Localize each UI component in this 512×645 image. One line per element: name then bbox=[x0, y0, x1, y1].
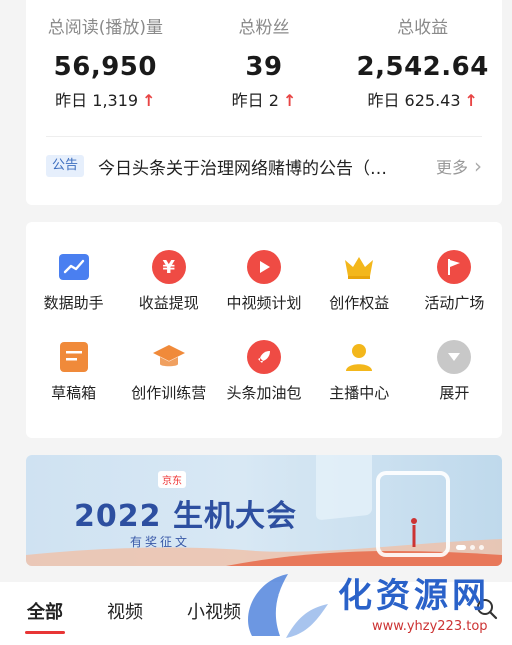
tool-label: 数据助手 bbox=[43, 294, 104, 312]
stat-total-fans[interactable]: 总粉丝 39 昨日 2 ↑ bbox=[185, 0, 344, 112]
stat-change: 昨日 625.43 ↑ bbox=[343, 90, 502, 112]
stat-total-income[interactable]: 总收益 2,542.64 昨日 625.43 ↑ bbox=[343, 0, 502, 112]
tool-data-assistant[interactable]: 数据助手 bbox=[26, 222, 121, 318]
tool-label: 中视频计划 bbox=[226, 294, 302, 312]
tool-mid-video-plan[interactable]: 中视频计划 bbox=[216, 222, 311, 318]
carousel-dots bbox=[456, 545, 484, 550]
stat-label: 总收益 bbox=[397, 18, 449, 38]
stat-change-text: 昨日 2 bbox=[231, 91, 279, 110]
notice-badge: 公告 bbox=[46, 155, 85, 177]
arrow-up-icon: ↑ bbox=[464, 91, 478, 110]
notice-bar[interactable]: 公告 今日头条关于治理网络赌博的公告（… 更多 › bbox=[46, 150, 482, 182]
tool-label: 主播中心 bbox=[329, 384, 390, 402]
tab-short-video[interactable]: 小视频 bbox=[187, 598, 241, 624]
chart-icon bbox=[57, 250, 91, 284]
tool-creator-rights[interactable]: 创作权益 bbox=[312, 222, 407, 318]
stat-value: 39 bbox=[245, 52, 283, 82]
tool-training-camp[interactable]: 创作训练营 bbox=[121, 318, 216, 414]
stat-value: 56,950 bbox=[53, 52, 157, 82]
stats-card: 总阅读(播放)量 56,950 昨日 1,319 ↑ 总粉丝 39 昨日 2 ↑ 总… bbox=[26, 0, 502, 205]
yuan-icon: ¥ bbox=[151, 250, 186, 284]
tool-drafts[interactable]: 草稿箱 bbox=[26, 318, 121, 414]
notice-text[interactable]: 今日头条关于治理网络赌博的公告（… bbox=[98, 154, 408, 179]
tool-label: 创作权益 bbox=[329, 294, 390, 312]
play-icon bbox=[246, 250, 281, 284]
rocket-icon bbox=[246, 340, 281, 374]
draft-icon bbox=[57, 340, 91, 374]
search-icon[interactable] bbox=[476, 598, 498, 624]
stat-change-text: 昨日 625.43 bbox=[367, 91, 461, 110]
promo-banner[interactable]: 京东 2022 生机大会 有奖征文 bbox=[26, 455, 502, 566]
crown-icon bbox=[342, 250, 376, 284]
arrow-up-icon: ↑ bbox=[282, 91, 297, 110]
tool-label: 收益提现 bbox=[138, 294, 199, 312]
stat-total-reads[interactable]: 总阅读(播放)量 56,950 昨日 1,319 ↑ bbox=[26, 0, 185, 112]
tool-label: 草稿箱 bbox=[51, 384, 97, 402]
tool-label: 展开 bbox=[439, 384, 470, 402]
tool-label: 创作训练营 bbox=[131, 384, 207, 402]
chevron-right-icon: › bbox=[474, 154, 482, 178]
content-tabs: 全部 视频 小视频 bbox=[0, 582, 512, 645]
tab-all[interactable]: 全部 bbox=[25, 598, 65, 634]
stat-label: 总阅读(播放)量 bbox=[47, 18, 163, 38]
tool-income-withdraw[interactable]: ¥ 收益提现 bbox=[121, 222, 216, 318]
more-link[interactable]: 更多 › bbox=[436, 154, 482, 178]
tool-activity-square[interactable]: 活动广场 bbox=[407, 222, 502, 318]
tool-streamer-center[interactable]: 主播中心 bbox=[312, 318, 407, 414]
tools-card: 数据助手 ¥ 收益提现 中视频计划 创作权益 活动广场 草稿箱 创作训练营 头条… bbox=[26, 222, 502, 438]
tool-boost-pack[interactable]: 头条加油包 bbox=[216, 318, 311, 414]
banner-subtitle: 有奖征文 bbox=[130, 535, 191, 549]
arrow-up-icon: ↑ bbox=[142, 91, 156, 110]
tool-label: 活动广场 bbox=[424, 294, 485, 312]
flag-icon bbox=[437, 250, 472, 284]
stat-change: 昨日 2 ↑ bbox=[185, 90, 344, 112]
tool-label: 头条加油包 bbox=[226, 384, 302, 402]
stat-change: 昨日 1,319 ↑ bbox=[26, 90, 185, 112]
graduation-cap-icon bbox=[152, 340, 186, 374]
divider bbox=[46, 136, 482, 137]
person-icon bbox=[342, 340, 376, 374]
stat-label: 总粉丝 bbox=[238, 18, 290, 38]
banner-logo: 京东 bbox=[158, 471, 186, 488]
more-label: 更多 bbox=[435, 158, 468, 177]
tab-video[interactable]: 视频 bbox=[107, 598, 143, 624]
stat-value: 2,542.64 bbox=[356, 52, 489, 82]
tool-expand[interactable]: 展开 bbox=[407, 318, 502, 414]
banner-title: 2022 生机大会 bbox=[74, 499, 297, 534]
chevron-down-icon bbox=[437, 340, 472, 374]
stat-change-text: 昨日 1,319 bbox=[55, 91, 139, 110]
